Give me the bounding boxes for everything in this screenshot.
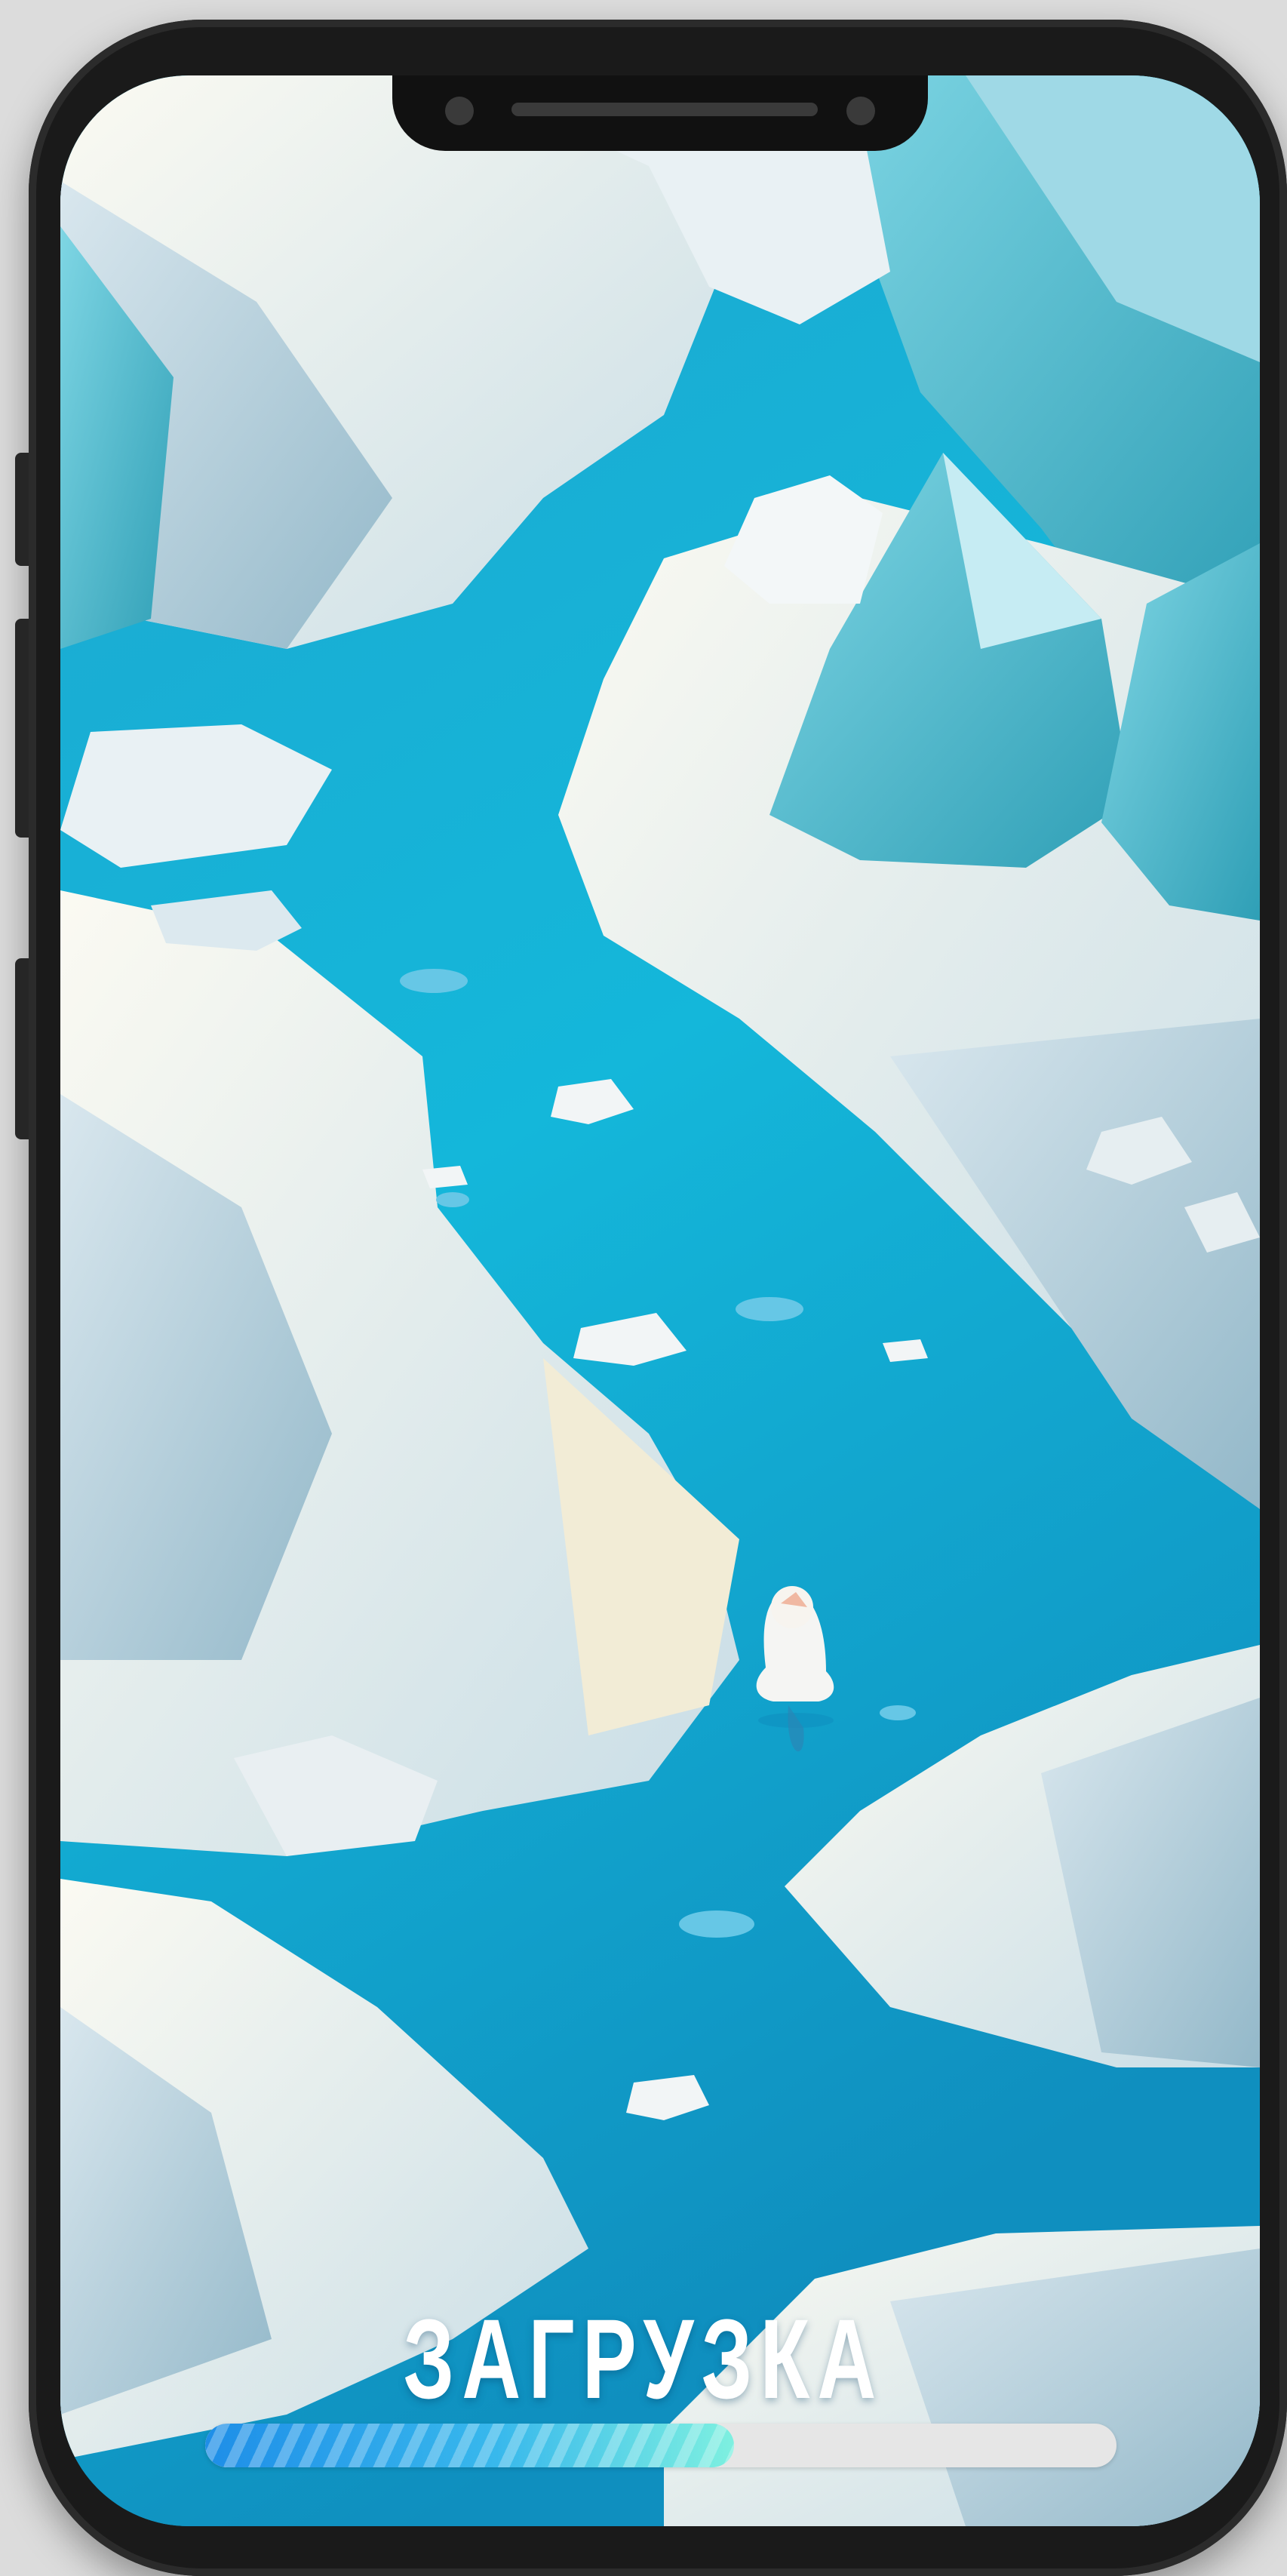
app-stage: ЗАГРУЗКА xyxy=(0,0,1287,2576)
camera-icon xyxy=(445,97,474,125)
ice-landscape-background xyxy=(60,75,1260,2526)
volume-down-button xyxy=(15,958,29,1139)
volume-up-button xyxy=(15,619,29,838)
loading-progress-bar xyxy=(205,2424,1117,2467)
sensor-icon xyxy=(846,97,875,125)
speaker-grille xyxy=(511,103,818,116)
game-screen xyxy=(60,75,1260,2526)
loading-progress-fill xyxy=(205,2424,734,2467)
loading-label: ЗАГРУЗКА xyxy=(403,2295,884,2422)
phone-notch xyxy=(392,75,928,151)
mute-switch xyxy=(15,453,29,566)
